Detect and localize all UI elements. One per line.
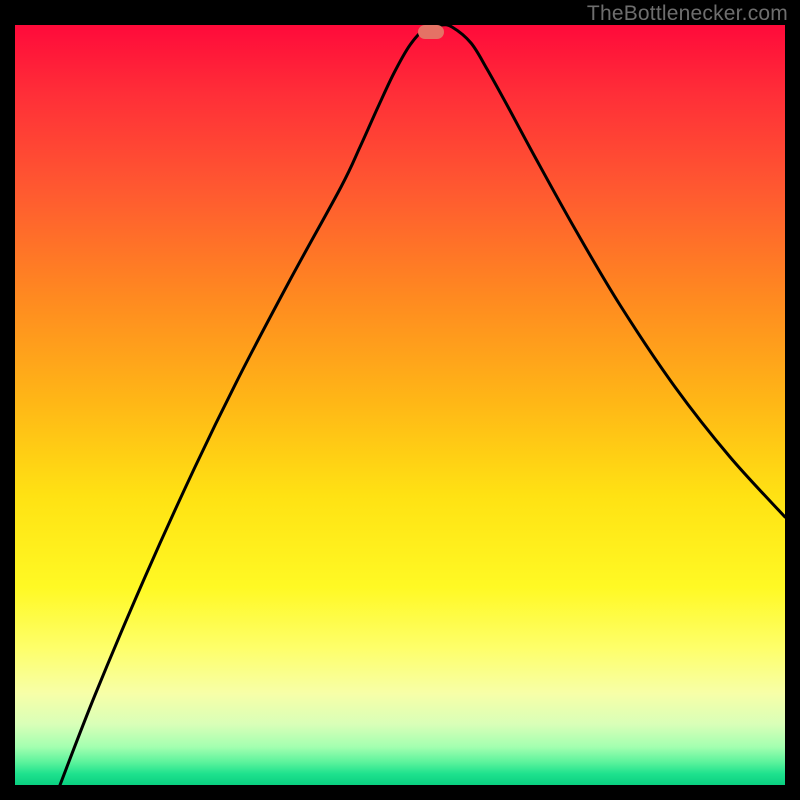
watermark-text: TheBottlenecker.com [587,2,788,26]
optimum-marker [418,25,444,39]
curve-svg [15,25,785,785]
plot-area [15,25,785,785]
bottleneck-curve [60,25,785,785]
chart-stage: TheBottlenecker.com [0,0,800,800]
